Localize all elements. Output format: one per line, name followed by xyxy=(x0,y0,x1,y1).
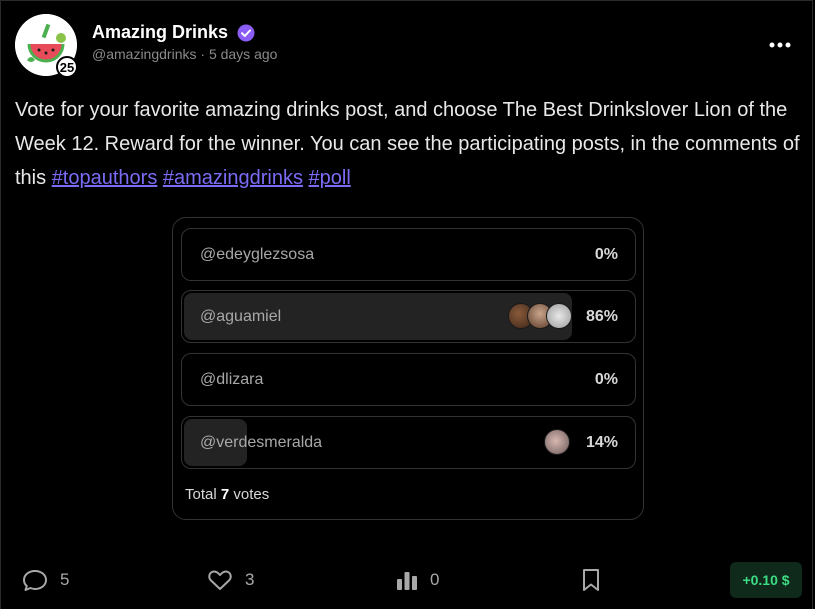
verified-icon xyxy=(237,24,255,42)
post-body: Vote for your favorite amazing drinks po… xyxy=(15,93,805,195)
more-icon[interactable] xyxy=(767,35,793,55)
level-badge: 25 xyxy=(56,56,78,78)
author-handle[interactable]: @amazingdrinks xyxy=(92,46,196,62)
hashtag-poll[interactable]: #poll xyxy=(309,167,351,189)
post-time[interactable]: 5 days ago xyxy=(209,46,278,62)
poll-option-label: @aguamiel xyxy=(200,308,282,325)
bookmark-button[interactable] xyxy=(581,567,601,593)
hashtag-topauthors[interactable]: #topauthors xyxy=(52,167,158,189)
stats-icon xyxy=(397,572,417,590)
poll-option-percent: 14% xyxy=(585,434,618,451)
voter-avatar xyxy=(546,303,572,329)
poll-option-percent: 0% xyxy=(594,246,618,263)
poll-option-label: @dlizara xyxy=(200,371,264,388)
poll-total-suffix: votes xyxy=(233,486,270,503)
author-name[interactable]: Amazing Drinks xyxy=(92,22,228,43)
like-button[interactable]: 3 xyxy=(207,567,254,593)
poll-total-count: 7 xyxy=(220,486,230,503)
meta-separator: · xyxy=(200,46,206,62)
bookmark-icon xyxy=(583,569,599,591)
comment-icon xyxy=(23,570,47,591)
like-count: 3 xyxy=(245,570,255,589)
poll-option-verdesmeralda[interactable]: @verdesmeralda 14% xyxy=(181,416,636,469)
hashtag-amazingdrinks[interactable]: #amazingdrinks xyxy=(163,167,303,189)
poll-option-aguamiel[interactable]: @aguamiel 86% xyxy=(181,290,636,343)
comment-button[interactable]: 5 xyxy=(22,567,69,593)
poll: @edeyglezsosa 0% @aguamiel 86% @dlizara … xyxy=(172,217,644,520)
poll-option-label: @verdesmeralda xyxy=(200,434,323,451)
poll-option-percent: 0% xyxy=(594,371,618,388)
author-meta: @amazingdrinks · 5 days ago xyxy=(92,46,277,62)
heart-icon xyxy=(208,570,232,590)
poll-option-edeyglezsosa[interactable]: @edeyglezsosa 0% xyxy=(181,228,636,281)
voter-avatar xyxy=(544,429,570,455)
poll-option-dlizara[interactable]: @dlizara 0% xyxy=(181,353,636,406)
reward-button[interactable]: +0.10 $ xyxy=(730,562,802,598)
stats-button[interactable]: 0 xyxy=(396,567,439,593)
poll-option-label: @edeyglezsosa xyxy=(200,246,315,263)
poll-option-percent: 86% xyxy=(585,308,618,325)
poll-total-prefix: Total xyxy=(185,486,217,503)
post-card: 25 Amazing Drinks @amazingdrinks · 5 day… xyxy=(0,0,813,609)
view-count: 0 xyxy=(430,570,440,589)
comment-count: 5 xyxy=(60,570,70,589)
poll-total: Total 7 votes xyxy=(185,486,269,503)
